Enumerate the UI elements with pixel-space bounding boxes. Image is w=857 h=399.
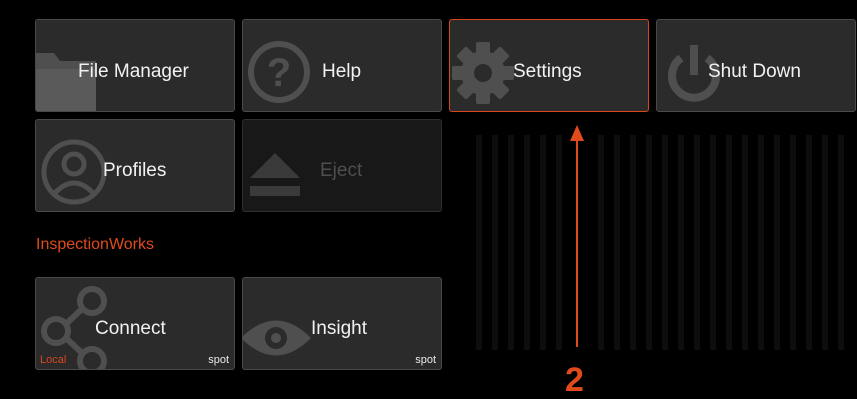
settings-tile[interactable]: Settings — [449, 19, 649, 112]
gear-icon — [452, 42, 514, 104]
callout-number: 2 — [565, 361, 584, 399]
eject-tile[interactable]: Eject — [242, 119, 442, 212]
eye-icon — [243, 320, 311, 356]
profiles-tile[interactable]: Profiles — [35, 119, 235, 212]
file-manager-tile[interactable]: File Manager — [35, 19, 235, 112]
profiles-label: Profiles — [103, 160, 167, 181]
connect-label: Connect — [95, 318, 166, 339]
svg-text:?: ? — [267, 51, 291, 95]
shut-down-tile[interactable]: Shut Down — [656, 19, 856, 112]
question-circle-icon: ? — [248, 41, 310, 103]
file-manager-label: File Manager — [78, 61, 189, 82]
connect-tile[interactable]: Connect Local spot — [35, 277, 235, 370]
help-label: Help — [322, 61, 362, 82]
insight-tile[interactable]: Insight spot — [242, 277, 442, 370]
settings-label: Settings — [513, 61, 582, 82]
eject-icon — [250, 153, 300, 196]
insight-spot-tag: spot — [415, 354, 436, 366]
connect-spot-tag: spot — [208, 354, 229, 366]
eject-label: Eject — [320, 160, 363, 181]
local-tag: Local — [40, 354, 67, 366]
inspectionworks-section-title: InspectionWorks — [36, 236, 154, 253]
insight-label: Insight — [311, 318, 367, 339]
shut-down-label: Shut Down — [708, 61, 801, 82]
callout-arrow-icon — [570, 125, 584, 347]
help-tile[interactable]: ? Help — [242, 19, 442, 112]
